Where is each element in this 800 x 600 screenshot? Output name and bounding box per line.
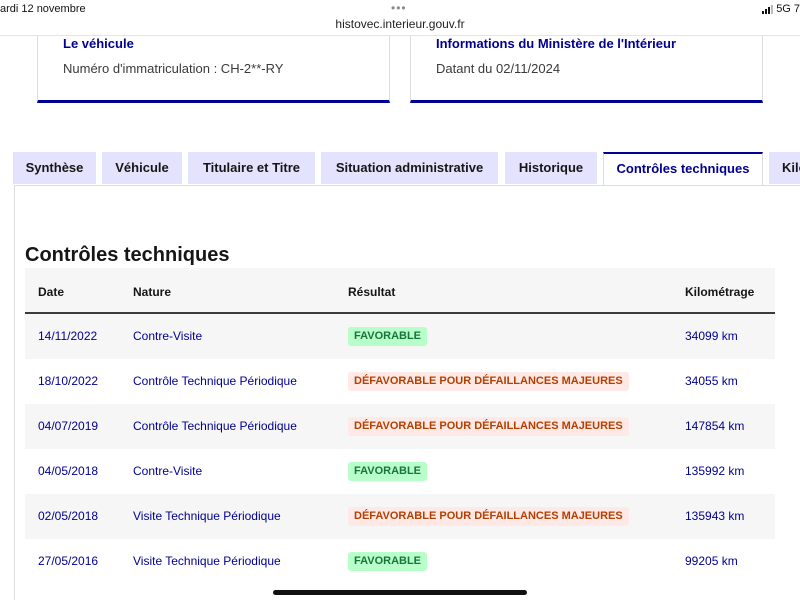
tab-controles-techniques[interactable]: Contrôles techniques — [603, 152, 763, 186]
row-km: 135992 km — [685, 464, 745, 478]
data-date: Datant du 02/11/2024 — [436, 61, 561, 76]
vehicle-card-title: Le véhicule — [63, 36, 134, 51]
table-row: 04/05/2018 Contre-Visite FAVORABLE 13599… — [25, 449, 775, 494]
table-row: 04/07/2019 Contrôle Technique Périodique… — [25, 404, 775, 449]
table-header: Date Nature Résultat Kilométrage — [25, 268, 775, 314]
row-km: 34099 km — [685, 329, 738, 343]
result-badge: FAVORABLE — [348, 552, 428, 571]
tab-historique[interactable]: Historique — [505, 152, 597, 184]
status-right: 5G 7 — [762, 3, 800, 15]
row-km: 99205 km — [685, 554, 738, 568]
header-nature: Nature — [133, 285, 172, 299]
home-indicator[interactable] — [273, 590, 527, 595]
section-title: Contrôles techniques — [25, 244, 230, 266]
tab-situation-administrative[interactable]: Situation administrative — [321, 152, 498, 184]
tab-synthese[interactable]: Synthèse — [13, 152, 96, 184]
result-badge: DÉFAVORABLE POUR DÉFAILLANCES MAJEURES — [348, 372, 629, 391]
row-nature: Contrôle Technique Périodique — [133, 374, 297, 388]
vehicle-card: Le véhicule Numéro d'immatriculation : C… — [37, 36, 390, 103]
battery-label: 7 — [793, 3, 800, 15]
status-date: ardi 12 novembre — [0, 3, 86, 15]
row-km: 147854 km — [685, 419, 745, 433]
row-date: 14/11/2022 — [38, 329, 98, 343]
row-date: 02/05/2018 — [38, 509, 99, 523]
header-km: Kilométrage — [685, 285, 755, 299]
header-result: Résultat — [348, 285, 396, 299]
tab-bar: Synthèse Véhicule Titulaire et Titre Sit… — [0, 152, 800, 186]
row-nature: Visite Technique Périodique — [133, 509, 281, 523]
result-badge: DÉFAVORABLE POUR DÉFAILLANCES MAJEURES — [348, 417, 629, 436]
header-date: Date — [38, 285, 65, 299]
table-body: 14/11/2022 Contre-Visite FAVORABLE 34099… — [25, 314, 775, 584]
address-bar-url[interactable]: histovec.interieur.gouv.fr — [0, 17, 800, 31]
ministry-card-title: Informations du Ministère de l'Intérieur — [436, 36, 677, 51]
row-km: 135943 km — [685, 509, 745, 523]
row-nature: Contre-Visite — [133, 464, 203, 478]
signal-icon — [762, 4, 774, 14]
row-nature: Contre-Visite — [133, 329, 203, 343]
result-badge: FAVORABLE — [348, 327, 428, 346]
row-date: 27/05/2016 — [38, 554, 99, 568]
registration-number: Numéro d'immatriculation : CH-2**-RY — [63, 61, 284, 76]
ministry-card: Informations du Ministère de l'Intérieur… — [410, 36, 763, 103]
result-badge: FAVORABLE — [348, 462, 428, 481]
row-km: 34055 km — [685, 374, 738, 388]
row-date: 18/10/2022 — [38, 374, 99, 388]
row-nature: Contrôle Technique Périodique — [133, 419, 297, 433]
row-date: 04/07/2019 — [38, 419, 99, 433]
row-nature: Visite Technique Périodique — [133, 554, 281, 568]
table-row: 14/11/2022 Contre-Visite FAVORABLE 34099… — [25, 314, 775, 359]
inspections-table: Date Nature Résultat Kilométrage 14/11/2… — [25, 268, 775, 584]
status-bar: ardi 12 novembre ••• histovec.interieur.… — [0, 0, 800, 36]
table-row: 18/10/2022 Contrôle Technique Périodique… — [25, 359, 775, 404]
tab-titulaire-titre[interactable]: Titulaire et Titre — [188, 152, 315, 184]
more-dots-icon[interactable]: ••• — [391, 1, 407, 15]
tab-kilometrage[interactable]: Kilo — [769, 152, 800, 184]
result-badge: DÉFAVORABLE POUR DÉFAILLANCES MAJEURES — [348, 507, 629, 526]
table-row: 27/05/2016 Visite Technique Périodique F… — [25, 539, 775, 584]
network-label: 5G — [776, 3, 791, 15]
table-row: 02/05/2018 Visite Technique Périodique D… — [25, 494, 775, 539]
row-date: 04/05/2018 — [38, 464, 99, 478]
tab-vehicule[interactable]: Véhicule — [102, 152, 182, 184]
